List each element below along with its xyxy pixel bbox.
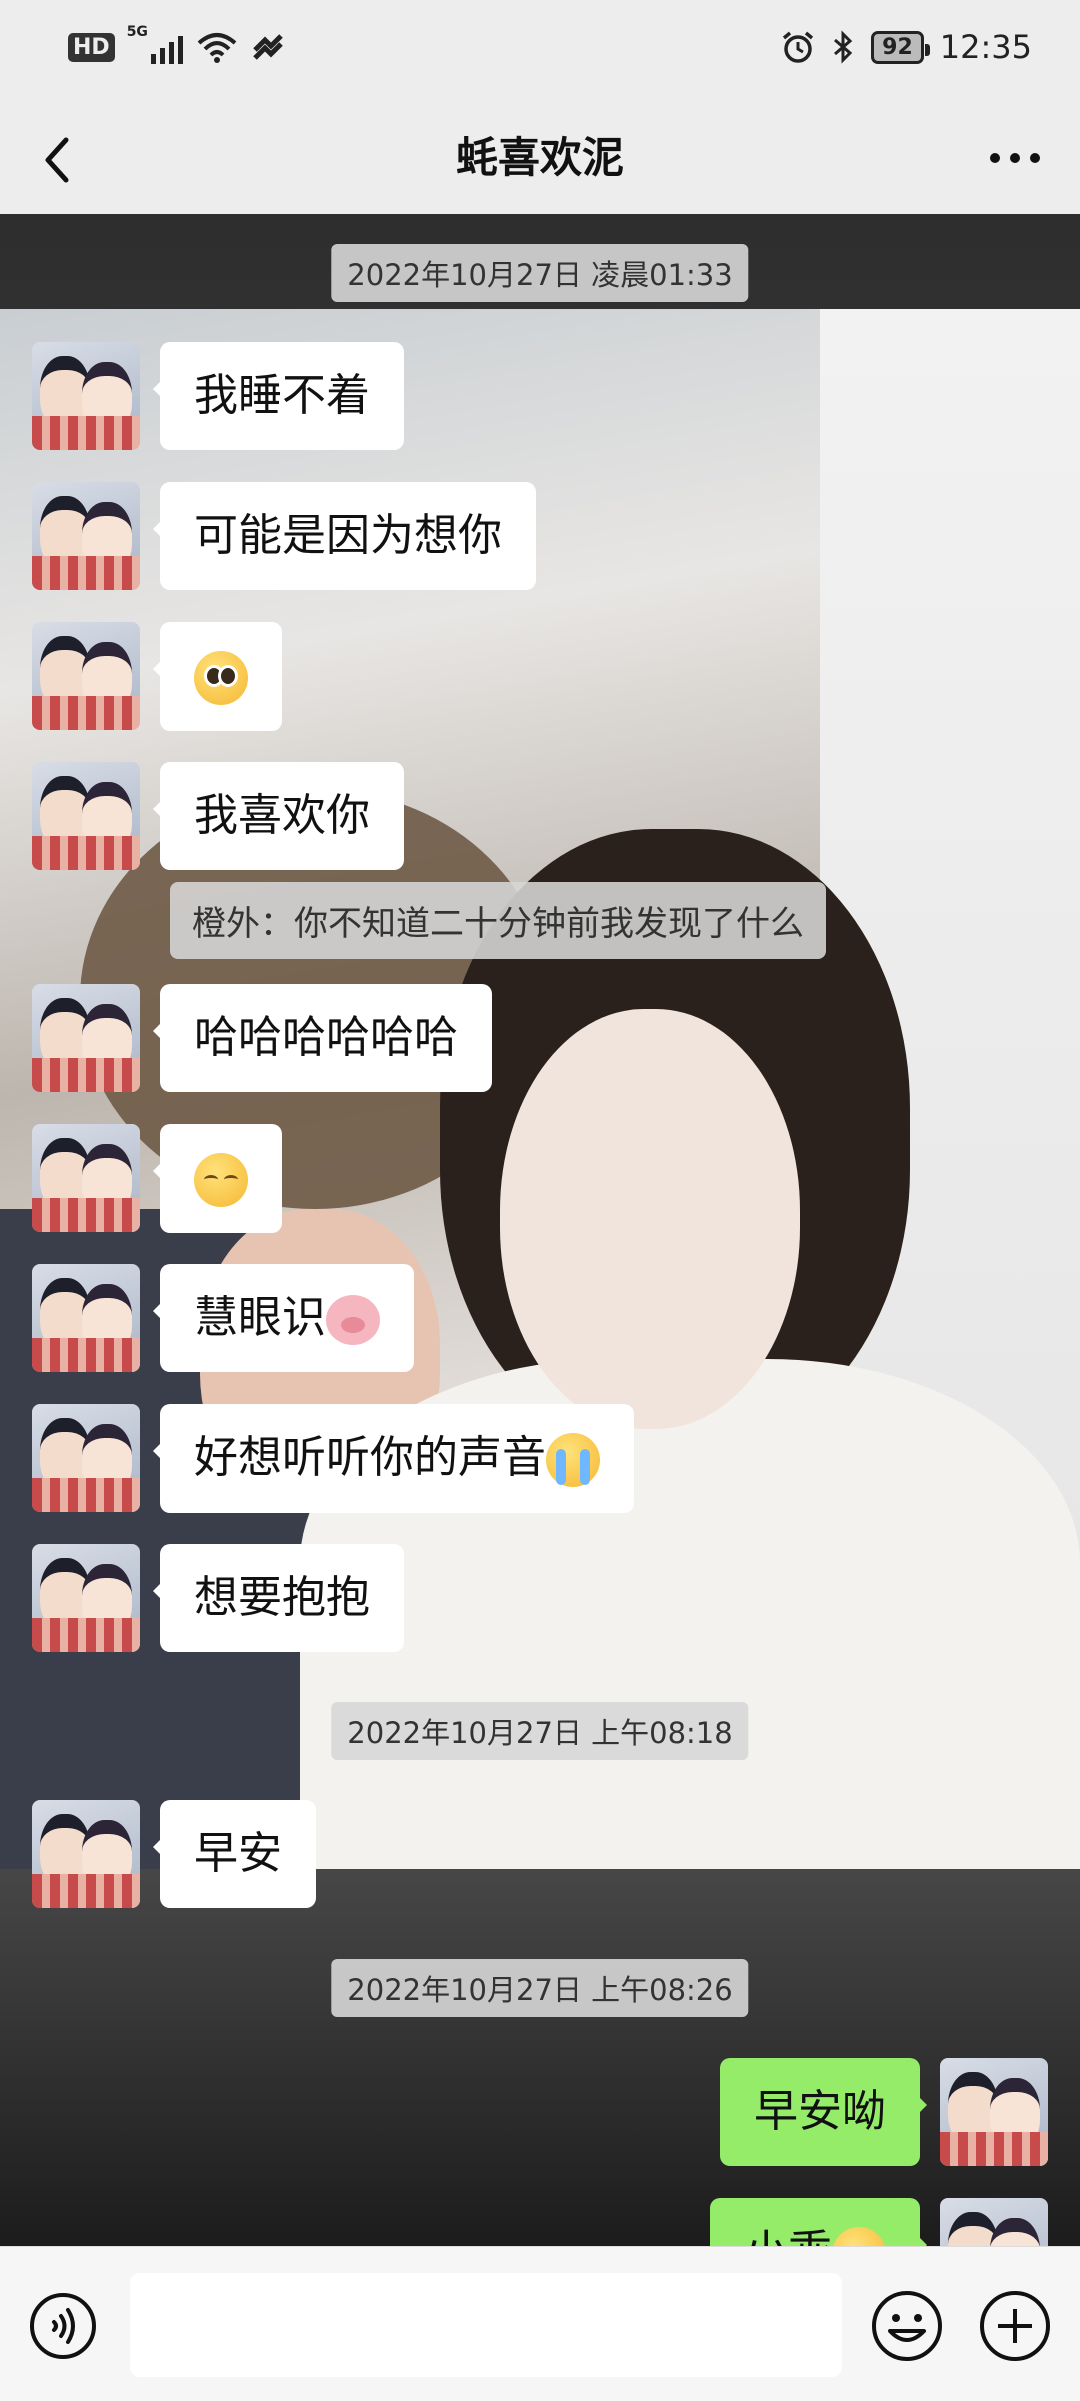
status-bar: HD 5G 92 12:35 (0, 0, 1080, 104)
message-bubble[interactable]: 想要抱抱 (153, 1544, 404, 1652)
smiley-emoji (832, 2227, 886, 2246)
chat-area[interactable]: 2022年10月27日 凌晨01:33 我睡不着 可能是因为想你 我喜欢你 橙外… (0, 214, 1080, 2246)
shy-face-emoji (194, 1153, 248, 1207)
contact-avatar[interactable] (32, 1264, 140, 1372)
plus-icon[interactable] (978, 2289, 1052, 2363)
message-bubble[interactable]: 我喜欢你 (153, 762, 404, 870)
message-row: 小乖 (690, 2198, 1048, 2246)
battery-icon: 92 (871, 30, 930, 64)
quoted-reply[interactable]: 橙外：你不知道二十分钟前我发现了什么 (170, 882, 826, 959)
hd-badge: HD (68, 32, 115, 62)
my-avatar[interactable] (940, 2058, 1048, 2166)
message-row: 我喜欢你 (32, 762, 424, 870)
contact-avatar[interactable] (32, 1800, 140, 1908)
contact-avatar[interactable] (32, 984, 140, 1092)
input-bar (0, 2246, 1080, 2401)
contact-avatar[interactable] (32, 482, 140, 590)
contact-avatar[interactable] (32, 762, 140, 870)
message-row: 哈哈哈哈哈哈 (32, 984, 512, 1092)
contact-avatar[interactable] (32, 342, 140, 450)
message-row (32, 622, 302, 731)
alarm-icon (783, 31, 814, 63)
clock: 12:35 (939, 28, 1032, 66)
loudly-crying-emoji (546, 1433, 600, 1487)
wifi-icon (197, 33, 237, 63)
message-bubble[interactable]: 早安 (153, 1800, 316, 1908)
contact-avatar[interactable] (32, 1124, 140, 1232)
message-bubble[interactable] (153, 622, 282, 731)
message-bubble[interactable]: 哈哈哈哈哈哈 (153, 984, 492, 1092)
message-bubble[interactable]: 我睡不着 (153, 342, 404, 450)
cell-signal-icon: 5G (127, 24, 183, 64)
message-bubble[interactable]: 慧眼识 (153, 1264, 414, 1372)
more-options-icon[interactable] (980, 128, 1050, 188)
message-row: 慧眼识 (32, 1264, 434, 1372)
message-input[interactable] (130, 2273, 842, 2377)
message-bubble[interactable] (153, 1124, 282, 1233)
message-row: 好想听听你的声音 (32, 1404, 654, 1513)
chat-header: 蚝喜欢泥 (0, 104, 1080, 215)
message-bubble[interactable]: 可能是因为想你 (153, 482, 536, 590)
message-row: 早安 (32, 1800, 336, 1908)
contact-avatar[interactable] (32, 622, 140, 730)
contact-avatar[interactable] (32, 1404, 140, 1512)
bluetooth-icon (834, 30, 853, 64)
pleading-face-emoji (194, 651, 248, 705)
timestamp: 2022年10月27日 上午08:18 (331, 1702, 749, 1760)
timestamp: 2022年10月27日 上午08:26 (331, 1959, 749, 2017)
timestamp: 2022年10月27日 凌晨01:33 (331, 244, 749, 302)
voice-icon[interactable] (28, 2291, 98, 2361)
link-icon (252, 34, 283, 60)
chat-title: 蚝喜欢泥 (455, 133, 624, 182)
pig-face-emoji (326, 1295, 380, 1345)
my-avatar[interactable] (940, 2198, 1048, 2246)
message-bubble[interactable]: 小乖 (710, 2198, 927, 2246)
message-bubble[interactable]: 好想听听你的声音 (153, 1404, 634, 1513)
emoji-icon[interactable] (870, 2289, 944, 2363)
message-bubble[interactable]: 早安呦 (720, 2058, 927, 2166)
message-row (32, 1124, 302, 1233)
message-row: 想要抱抱 (32, 1544, 424, 1652)
message-row: 我睡不着 (32, 342, 424, 450)
message-row: 可能是因为想你 (32, 482, 556, 590)
contact-avatar[interactable] (32, 1544, 140, 1652)
message-row: 早安呦 (700, 2058, 1048, 2166)
